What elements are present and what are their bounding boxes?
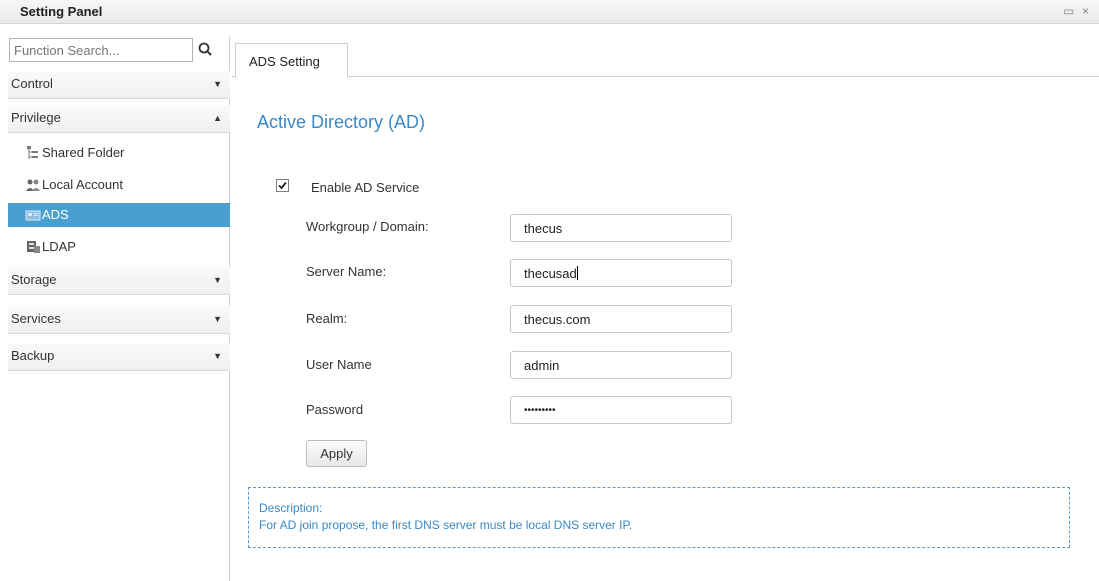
password-field[interactable]: ••••••••• <box>510 396 732 424</box>
window-titlebar: Setting Panel ▭ × <box>0 0 1099 24</box>
chevron-down-icon: ▼ <box>213 351 222 361</box>
sidebar-item-label: LDAP <box>42 239 76 254</box>
password-label: Password <box>306 402 364 417</box>
workgroup-domain-label: Workgroup / Domain: <box>306 219 429 234</box>
text-caret <box>576 266 578 280</box>
apply-button[interactable]: Apply <box>306 440 367 467</box>
sidebar-item-label: Local Account <box>42 177 123 192</box>
category-label: Backup <box>11 348 55 363</box>
sidebar-category-control[interactable]: Control ▼ <box>8 71 230 99</box>
sidebar-category-services[interactable]: Services ▼ <box>8 306 230 334</box>
window-title: Setting Panel <box>20 4 103 19</box>
sidebar-category-storage[interactable]: Storage ▼ <box>8 267 230 295</box>
sidebar-item-ads[interactable]: ADS <box>8 203 230 227</box>
description-box: Description: For AD join propose, the fi… <box>248 487 1070 548</box>
realm-label: Realm: <box>306 311 348 326</box>
category-label: Privilege <box>11 110 61 125</box>
sidebar-category-backup[interactable]: Backup ▼ <box>8 343 230 371</box>
ads-icon <box>25 207 41 223</box>
field-value: ••••••••• <box>524 405 556 416</box>
sidebar-item-shared-folder[interactable]: Shared Folder <box>8 141 230 165</box>
tab-bar: ADS Setting <box>232 43 1099 78</box>
field-value: thecus.com <box>524 312 591 327</box>
chevron-down-icon: ▼ <box>213 79 222 89</box>
sidebar-item-label: Shared Folder <box>42 145 125 160</box>
workgroup-domain-field[interactable]: thecus <box>510 214 732 242</box>
local-account-icon <box>25 177 41 193</box>
function-search-input[interactable] <box>10 39 192 61</box>
server-name-field[interactable]: thecusad <box>510 259 732 287</box>
tab-ads-setting[interactable]: ADS Setting <box>235 43 348 78</box>
chevron-down-icon: ▼ <box>213 314 222 324</box>
field-value: thecusad <box>524 266 578 281</box>
sidebar-category-privilege[interactable]: Privilege ▲ <box>8 105 230 133</box>
server-name-label: Server Name: <box>306 264 387 279</box>
shared-folder-icon <box>25 145 41 161</box>
search-icon[interactable] <box>196 40 216 60</box>
sidebar-item-ldap[interactable]: LDAP <box>8 235 230 259</box>
field-value: admin <box>524 358 560 373</box>
category-label: Control <box>11 76 53 91</box>
enable-ad-label: Enable AD Service <box>311 180 420 195</box>
category-label: Storage <box>11 272 57 287</box>
category-label: Services <box>11 311 61 326</box>
sidebar-item-label: ADS <box>42 207 69 222</box>
description-title: Description: <box>259 501 323 515</box>
section-title: Active Directory (AD) <box>257 112 426 132</box>
enable-ad-checkbox[interactable] <box>276 179 289 192</box>
chevron-up-icon: ▲ <box>213 113 222 123</box>
chevron-down-icon: ▼ <box>213 275 222 285</box>
ldap-icon <box>25 239 41 255</box>
field-text: thecusad <box>524 266 577 281</box>
tab-label: ADS Setting <box>249 54 320 69</box>
user-name-field[interactable]: admin <box>510 351 732 379</box>
close-icon[interactable]: × <box>1082 4 1089 18</box>
description-text: For AD join propose, the first DNS serve… <box>259 518 633 532</box>
restore-icon[interactable]: ▭ <box>1063 4 1074 18</box>
sidebar-item-local-account[interactable]: Local Account <box>8 173 230 197</box>
function-search-box <box>9 38 193 62</box>
user-name-label: User Name <box>306 357 372 372</box>
realm-field[interactable]: thecus.com <box>510 305 732 333</box>
field-value: thecus <box>524 221 563 236</box>
